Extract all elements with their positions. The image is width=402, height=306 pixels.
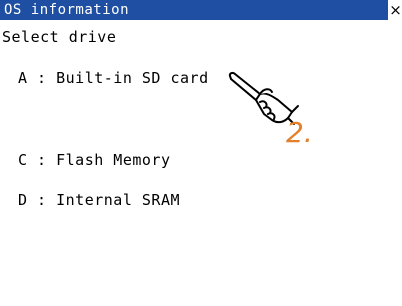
os-information-window: OS information × Select drive A : Built-… — [0, 0, 402, 306]
select-drive-prompt: Select drive — [2, 28, 117, 46]
step-number-annotation: 2. — [286, 116, 313, 149]
window-title: OS information — [4, 2, 130, 18]
drive-item-a[interactable]: A : Built-in SD card — [18, 68, 209, 88]
drive-item-d[interactable]: D : Internal SRAM — [18, 190, 180, 210]
drive-item-c[interactable]: C : Flash Memory — [18, 150, 171, 170]
title-bar: OS information — [0, 0, 388, 20]
close-icon[interactable]: × — [389, 0, 402, 20]
